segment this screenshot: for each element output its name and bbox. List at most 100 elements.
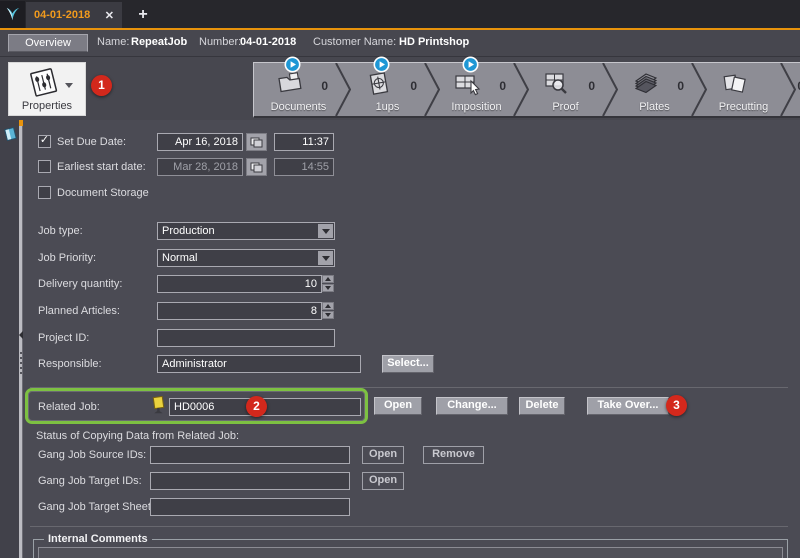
project-id-field[interactable]	[157, 329, 335, 347]
titlebar: 04-01-2018 ✕ +	[0, 0, 800, 30]
spin-up-button[interactable]	[322, 302, 334, 310]
application-window: 04-01-2018 ✕ + Overview Name: RepeatJob …	[0, 0, 800, 558]
set-due-date-label: Set Due Date:	[57, 133, 126, 151]
workflow-step-imposition[interactable]: 0 Imposition	[432, 63, 521, 116]
step-label: Imposition	[432, 101, 521, 113]
project-id-label: Project ID:	[38, 329, 89, 347]
chevron-down-icon	[325, 286, 331, 290]
panel-splitter[interactable]	[19, 120, 23, 558]
gang-target-open-button[interactable]: Open	[362, 472, 404, 490]
workflow-step-proof[interactable]: 0 Proof	[521, 63, 610, 116]
step-label: Precutting	[699, 101, 788, 113]
overview-button[interactable]: Overview	[8, 34, 88, 52]
dropdown-arrow-button[interactable]	[318, 251, 333, 265]
job-type-dropdown[interactable]: Production	[157, 222, 335, 240]
splitter-grip[interactable]	[20, 352, 22, 376]
due-time-field[interactable]	[274, 133, 334, 151]
callout-badge-1: 1	[91, 75, 112, 96]
internal-comments-input[interactable]	[38, 547, 783, 558]
gang-sheets-label: Gang Job Target Sheets:	[38, 498, 160, 516]
number-label: Number:	[199, 36, 241, 48]
dropdown-arrow-button[interactable]	[318, 224, 333, 238]
delivery-quantity-stepper[interactable]	[322, 275, 334, 293]
chevron-up-icon	[325, 304, 331, 308]
select-button[interactable]: Select...	[382, 355, 434, 373]
due-date-field[interactable]	[157, 133, 243, 151]
proof-magnifier-icon	[541, 68, 573, 100]
gang-source-remove-button[interactable]: Remove	[423, 446, 484, 464]
gang-target-label: Gang Job Target IDs:	[38, 472, 142, 490]
gang-target-field[interactable]	[150, 472, 350, 490]
chevron-down-icon	[325, 313, 331, 317]
step-count: 0	[588, 79, 595, 93]
related-job-highlight	[25, 388, 368, 424]
job-priority-dropdown[interactable]: Normal	[157, 249, 335, 267]
new-tab-button[interactable]: +	[130, 2, 156, 28]
responsible-field[interactable]	[157, 355, 361, 373]
job-type-value: Production	[162, 224, 215, 239]
delivery-quantity-field[interactable]	[157, 275, 322, 293]
spin-up-button[interactable]	[322, 275, 334, 283]
earliest-date-field	[157, 158, 243, 176]
gang-source-field[interactable]	[150, 446, 350, 464]
callout-badge-3: 3	[666, 395, 687, 416]
chevron-down-icon	[322, 229, 330, 234]
step-label: 1ups	[343, 101, 432, 113]
workflow-step-plates[interactable]: 0 Plates	[610, 63, 699, 116]
properties-sliders-icon	[25, 66, 61, 98]
planned-articles-field[interactable]	[157, 302, 322, 320]
spin-down-button[interactable]	[322, 311, 334, 319]
customer-value: HD Printshop	[399, 36, 469, 48]
pin-board-icon[interactable]	[3, 126, 18, 142]
due-date-calendar-button[interactable]	[246, 133, 267, 151]
callout-badge-2: 2	[246, 396, 267, 417]
play-button[interactable]	[373, 56, 390, 73]
plates-stack-icon	[630, 68, 662, 100]
collapse-arrow-icon[interactable]	[19, 331, 23, 339]
copy-status-label: Status of Copying Data from Related Job:	[36, 427, 239, 445]
properties-button[interactable]: Properties	[8, 62, 86, 116]
chevron-down-icon[interactable]	[65, 83, 73, 88]
workflow-step-1ups[interactable]: 0 1ups	[343, 63, 432, 116]
workflow-step-documents[interactable]: 0 Documents	[254, 63, 343, 116]
tab-label: 04-01-2018	[34, 9, 99, 21]
spin-down-button[interactable]	[322, 284, 334, 292]
document-storage-checkbox[interactable]	[38, 186, 51, 199]
internal-comments-label: Internal Comments	[44, 533, 152, 545]
delete-button[interactable]: Delete	[519, 397, 565, 415]
tab-job[interactable]: 04-01-2018 ✕	[26, 2, 122, 28]
earliest-start-label: Earliest start date:	[57, 158, 146, 176]
step-count: 0	[321, 79, 328, 93]
gang-sheets-field[interactable]	[150, 498, 350, 516]
tab-close-icon[interactable]: ✕	[105, 9, 114, 22]
gang-source-label: Gang Job Source IDs:	[38, 446, 146, 464]
document-storage-label: Document Storage	[57, 184, 149, 202]
chevron-separator	[780, 63, 796, 116]
earliest-date-calendar-button[interactable]	[246, 158, 267, 176]
chevron-down-icon	[322, 256, 330, 261]
internal-comments-group: Internal Comments	[33, 533, 788, 558]
header-bar: Overview Name: RepeatJob Number: 04-01-2…	[0, 30, 800, 57]
workflow-bar: 0 Documents 0 1ups	[253, 62, 800, 118]
job-priority-value: Normal	[162, 251, 197, 266]
delivery-quantity-label: Delivery quantity:	[38, 275, 122, 293]
gang-source-open-button[interactable]: Open	[362, 446, 404, 464]
step-label: Plates	[610, 101, 699, 113]
job-priority-label: Job Priority:	[38, 249, 96, 267]
earliest-start-checkbox[interactable]	[38, 160, 51, 173]
play-button[interactable]	[284, 56, 301, 73]
planned-articles-stepper[interactable]	[322, 302, 334, 320]
take-over-button[interactable]: Take Over...	[587, 397, 669, 415]
change-button[interactable]: Change...	[436, 397, 508, 415]
splitter-accent	[19, 120, 23, 126]
workflow-step-precutting[interactable]: 0 Precutting	[699, 63, 788, 116]
play-button[interactable]	[462, 56, 479, 73]
planned-articles-label: Planned Articles:	[38, 302, 120, 320]
name-label: Name:	[97, 36, 129, 48]
set-due-date-checkbox[interactable]	[38, 135, 51, 148]
calendar-icon	[250, 162, 263, 173]
open-related-button[interactable]: Open	[374, 397, 422, 415]
step-count: 0	[499, 79, 506, 93]
step-count: 0	[410, 79, 417, 93]
side-panel	[0, 120, 19, 558]
